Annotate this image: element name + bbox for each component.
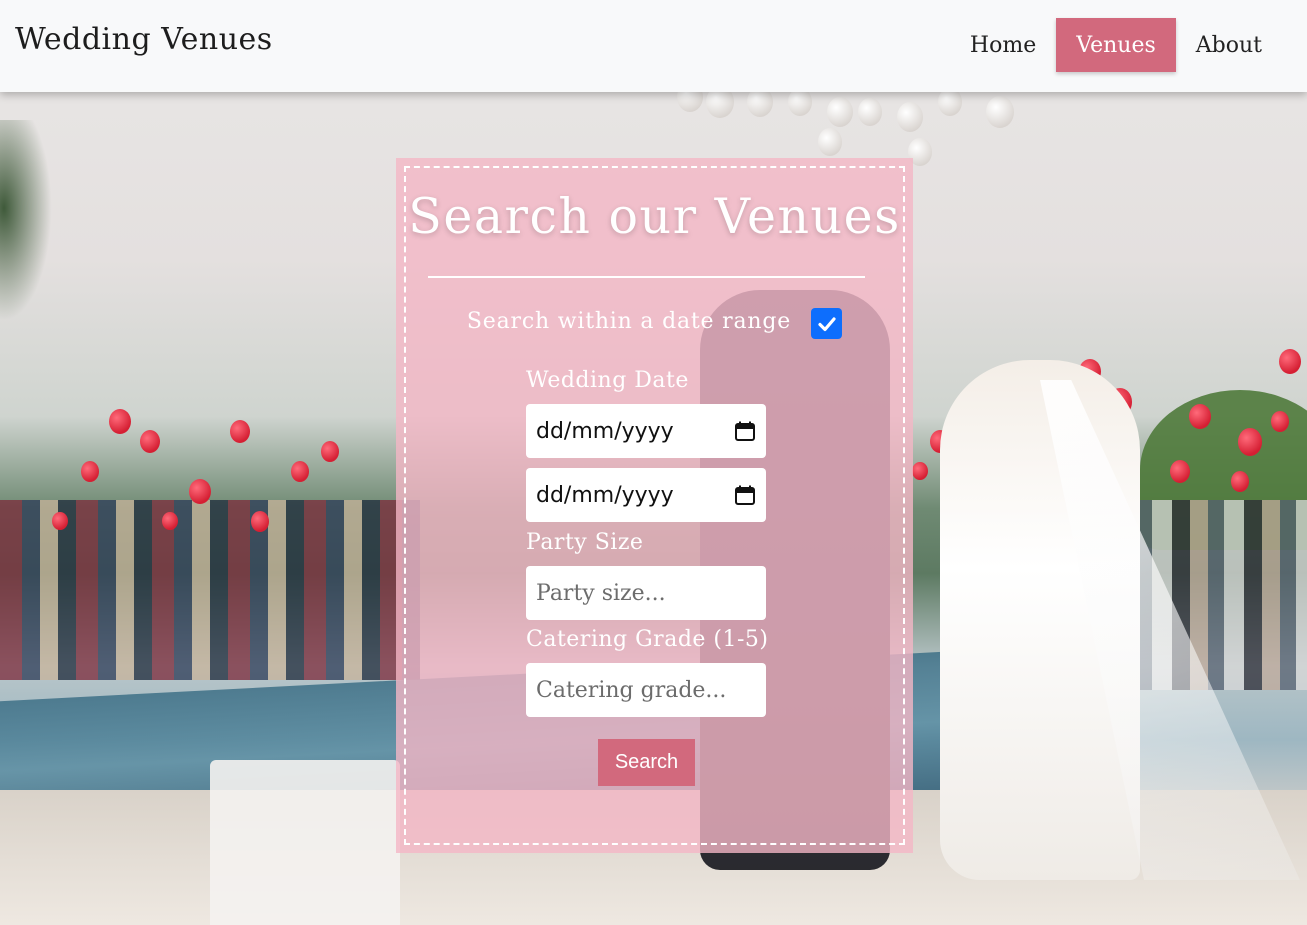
red-balloon: [251, 511, 269, 532]
search-button[interactable]: Search: [598, 739, 695, 786]
calendar-icon[interactable]: [734, 484, 756, 506]
date-range-checkbox[interactable]: [811, 308, 843, 339]
red-balloon: [1170, 460, 1190, 483]
check-icon: [817, 316, 836, 331]
catering-grade-placeholder: Catering grade...: [536, 677, 727, 703]
party-size-label: Party Size: [526, 530, 644, 555]
red-balloon: [1279, 349, 1301, 375]
white-balloon: [986, 96, 1014, 129]
red-balloon: [1238, 428, 1262, 456]
white-balloon: [938, 88, 962, 116]
date-to-input[interactable]: dd/mm/yyyy: [526, 468, 766, 522]
catering-grade-label: Catering Grade (1-5): [526, 627, 769, 652]
title-divider: [428, 276, 865, 278]
white-balloon: [827, 97, 853, 127]
wedding-date-label: Wedding Date: [526, 368, 689, 393]
date-from-input[interactable]: dd/mm/yyyy: [526, 404, 766, 458]
white-balloon: [818, 128, 842, 156]
red-balloon: [81, 461, 99, 482]
catering-grade-input[interactable]: Catering grade...: [526, 663, 766, 717]
nav-about[interactable]: About: [1176, 18, 1282, 72]
party-size-input[interactable]: Party size...: [526, 566, 766, 620]
palm-tree: [0, 120, 60, 340]
date-range-label: Search within a date range: [466, 309, 792, 334]
search-title: Search our Venues: [408, 188, 901, 245]
party-size-placeholder: Party size...: [536, 580, 666, 606]
red-balloon: [321, 441, 339, 462]
brand-title[interactable]: Wedding Venues: [15, 22, 273, 57]
red-balloon: [1231, 471, 1249, 492]
white-balloon: [858, 98, 882, 126]
red-balloon: [140, 430, 160, 453]
date-range-row: Search within a date range: [396, 304, 913, 339]
white-balloon: [788, 88, 812, 116]
calendar-icon[interactable]: [734, 420, 756, 442]
date-from-value: dd/mm/yyyy: [536, 418, 674, 444]
navbar: Wedding Venues Home Venues About: [0, 0, 1307, 92]
nav-home[interactable]: Home: [950, 18, 1056, 72]
lantern: [210, 760, 400, 925]
nav-venues[interactable]: Venues: [1056, 18, 1176, 72]
nav-menu: Home Venues About: [950, 18, 1282, 72]
red-balloon: [291, 461, 309, 482]
red-balloon: [109, 409, 131, 435]
red-balloon: [1271, 411, 1289, 432]
red-balloon: [912, 462, 928, 481]
date-to-value: dd/mm/yyyy: [536, 482, 674, 508]
red-balloon: [230, 420, 250, 443]
search-card: Search our Venues Search within a date r…: [396, 158, 913, 853]
white-balloon: [897, 102, 923, 132]
